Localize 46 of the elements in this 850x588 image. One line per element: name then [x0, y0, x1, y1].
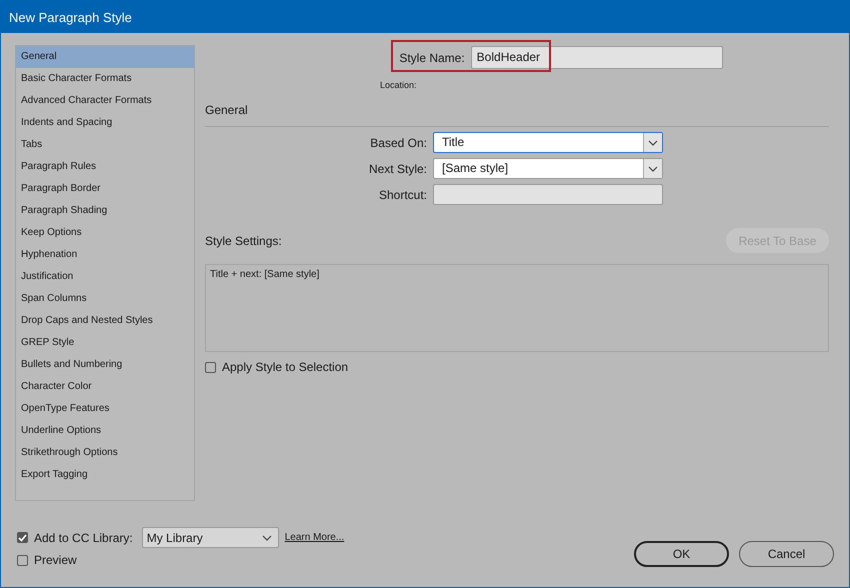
category-item[interactable]: Bullets and Numbering	[16, 354, 194, 376]
category-item[interactable]: Advanced Character Formats	[16, 90, 194, 112]
category-item[interactable]: Indents and Spacing	[16, 112, 194, 134]
style-name-field[interactable]: BoldHeader	[470, 46, 723, 69]
checkbox-label: Preview	[34, 553, 77, 567]
category-item[interactable]: Paragraph Border	[16, 178, 194, 200]
category-item[interactable]: Tabs	[16, 134, 194, 156]
category-item[interactable]: Character Color	[16, 376, 194, 398]
category-item[interactable]: Justification	[16, 266, 194, 288]
field-label: Based On:	[369, 136, 427, 150]
category-item[interactable]: OpenType Features	[16, 398, 194, 420]
field-label: Shortcut:	[378, 188, 427, 202]
location-label: Location:	[380, 80, 417, 90]
field-label: Next Style:	[368, 162, 427, 176]
shortcut-field[interactable]	[433, 184, 663, 205]
checkbox[interactable]	[17, 532, 28, 543]
category-item[interactable]: Strikethrough Options	[16, 442, 194, 464]
style-name-label: Style Name:	[399, 50, 465, 64]
chevron-down-icon	[648, 166, 658, 172]
chevron-down-icon	[648, 140, 658, 146]
category-item[interactable]: Keep Options	[16, 222, 194, 244]
learn-more-link[interactable]: Learn More...	[284, 532, 344, 543]
chevron-down-icon	[262, 534, 272, 540]
category-item[interactable]: Underline Options	[16, 420, 194, 442]
checkbox-label: Add to CC Library:	[34, 530, 133, 544]
category-item[interactable]: Basic Character Formats	[16, 68, 194, 90]
library-dropdown[interactable]: My Library	[142, 527, 279, 548]
category-item[interactable]: Span Columns	[16, 288, 194, 310]
category-item[interactable]: General	[16, 46, 194, 68]
dropdown[interactable]: Title	[433, 132, 663, 153]
ok-button[interactable]: OK	[634, 541, 729, 567]
category-item[interactable]: GREP Style	[16, 332, 194, 354]
window-title: New Paragraph Style	[9, 10, 132, 24]
checkbox[interactable]	[205, 362, 216, 372]
section-title: General	[205, 103, 249, 117]
style-summary-text: Title + next: [Same style]	[210, 269, 320, 280]
checkbox[interactable]	[17, 554, 28, 566]
category-item[interactable]: Drop Caps and Nested Styles	[16, 310, 194, 332]
category-item[interactable]: Export Tagging	[16, 464, 194, 486]
dropdown[interactable]: [Same style]	[433, 158, 663, 179]
style-settings-label: Style Settings:	[205, 234, 282, 248]
category-item[interactable]: Paragraph Shading	[16, 200, 194, 222]
cancel-button[interactable]: Cancel	[739, 541, 834, 567]
checkbox-label: Apply Style to Selection	[222, 360, 348, 374]
category-item[interactable]: Hyphenation	[16, 244, 194, 266]
category-item[interactable]: Paragraph Rules	[16, 156, 194, 178]
